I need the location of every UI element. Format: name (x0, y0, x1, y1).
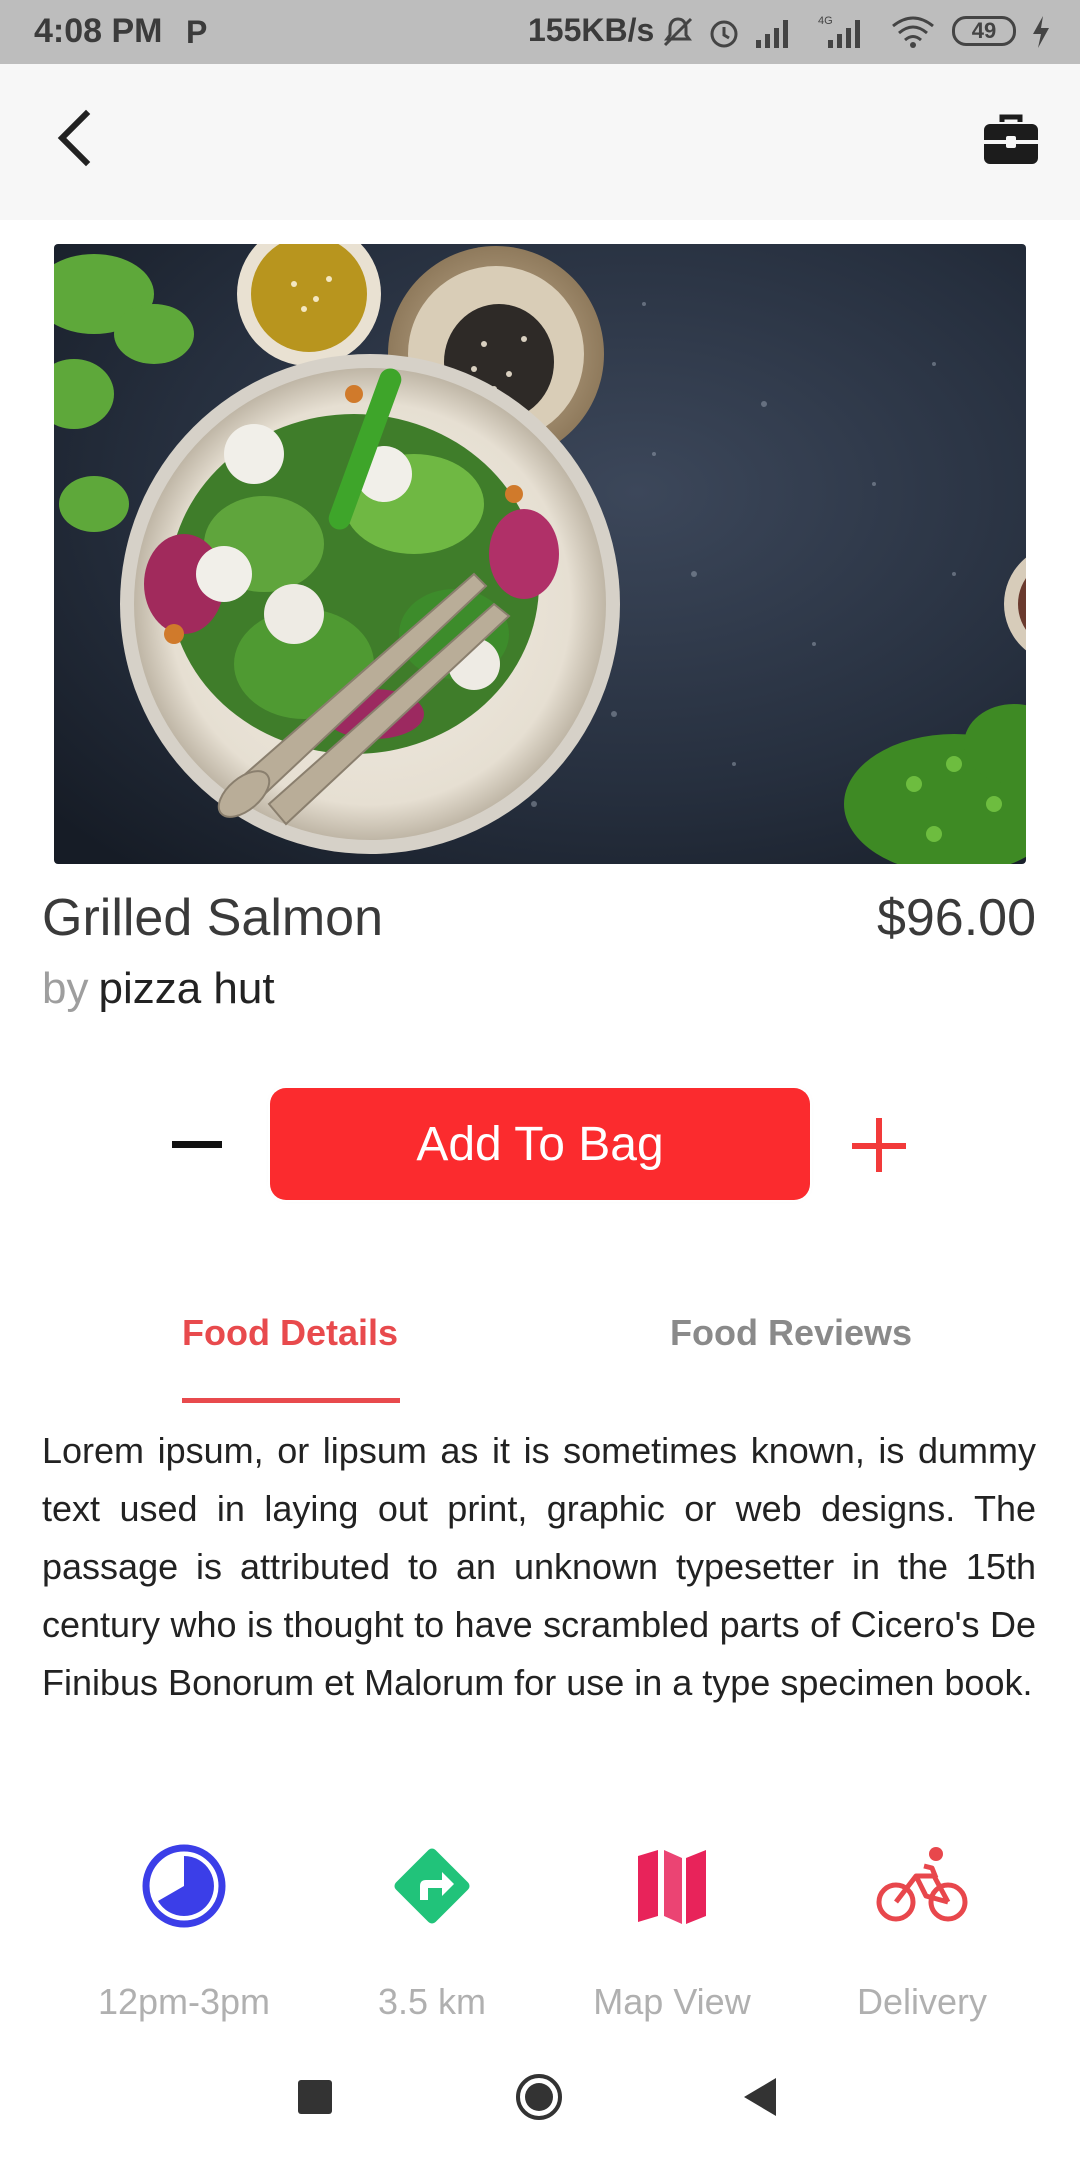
food-description: Lorem ipsum, or lipsum as it is sometime… (42, 1430, 1036, 1703)
info-label-distance: 3.5 km (377, 1981, 487, 2022)
app-notification-icon: P (186, 14, 208, 50)
charging-icon (1033, 16, 1049, 48)
svg-text:4G: 4G (818, 15, 833, 27)
directions-icon (394, 1848, 470, 1924)
increase-quantity-button[interactable] (852, 1118, 908, 1174)
food-price: $96.00 (876, 889, 1036, 947)
alarm-icon (710, 20, 738, 48)
battery-icon: 49 (952, 16, 1016, 46)
info-label-time: 12pm-3pm (97, 1981, 271, 2022)
network-speed: 155KB/s (528, 12, 655, 48)
briefcase-icon (984, 114, 1038, 164)
map-icon (638, 1850, 706, 1924)
salad-illustration (54, 244, 1026, 864)
mute-icon (663, 17, 693, 47)
by-prefix: by (42, 964, 89, 1013)
food-image (54, 244, 1026, 864)
add-to-bag-button[interactable]: Add To Bag (270, 1088, 810, 1200)
info-item-distance[interactable]: 3.5 km (322, 1838, 542, 2023)
back-button[interactable] (48, 108, 108, 168)
home-button[interactable] (514, 2072, 564, 2122)
info-label-map: Map View (593, 1981, 751, 2022)
food-title: Grilled Salmon (42, 889, 384, 947)
status-time: 4:08 PM (34, 12, 163, 50)
chevron-left-icon (57, 109, 91, 167)
info-item-map[interactable]: Map View (562, 1838, 782, 2023)
signal-icon (756, 20, 788, 48)
wifi-icon (892, 16, 934, 48)
tab-food-reviews[interactable]: Food Reviews (670, 1312, 912, 1354)
info-label-delivery: Delivery (856, 1981, 988, 2022)
triangle-back-icon (744, 2078, 776, 2116)
active-tab-indicator (182, 1398, 400, 1403)
nav-back-button[interactable] (740, 2076, 780, 2118)
info-item-time[interactable]: 12pm-3pm (74, 1838, 294, 2023)
battery-level: 49 (971, 18, 997, 43)
vendor-line: by pizza hut (42, 964, 275, 1014)
decrease-quantity-button[interactable] (168, 1132, 230, 1160)
app-bar (0, 64, 1080, 220)
home-circle-icon (516, 2074, 562, 2120)
status-bar: 4:08 PM P 155KB/s 4G 49 (0, 0, 1080, 64)
minus-icon (172, 1141, 222, 1148)
info-item-delivery[interactable]: Delivery (812, 1838, 1032, 2023)
recents-button[interactable] (298, 2080, 332, 2114)
system-nav-bar (0, 2040, 1080, 2160)
signal-4g-icon: 4G (818, 15, 860, 48)
tab-food-details[interactable]: Food Details (182, 1312, 398, 1354)
bicycle-icon (876, 1847, 968, 1922)
vendor-name[interactable]: pizza hut (98, 964, 274, 1013)
clock-icon (142, 1844, 226, 1928)
bag-button[interactable] (982, 114, 1042, 174)
